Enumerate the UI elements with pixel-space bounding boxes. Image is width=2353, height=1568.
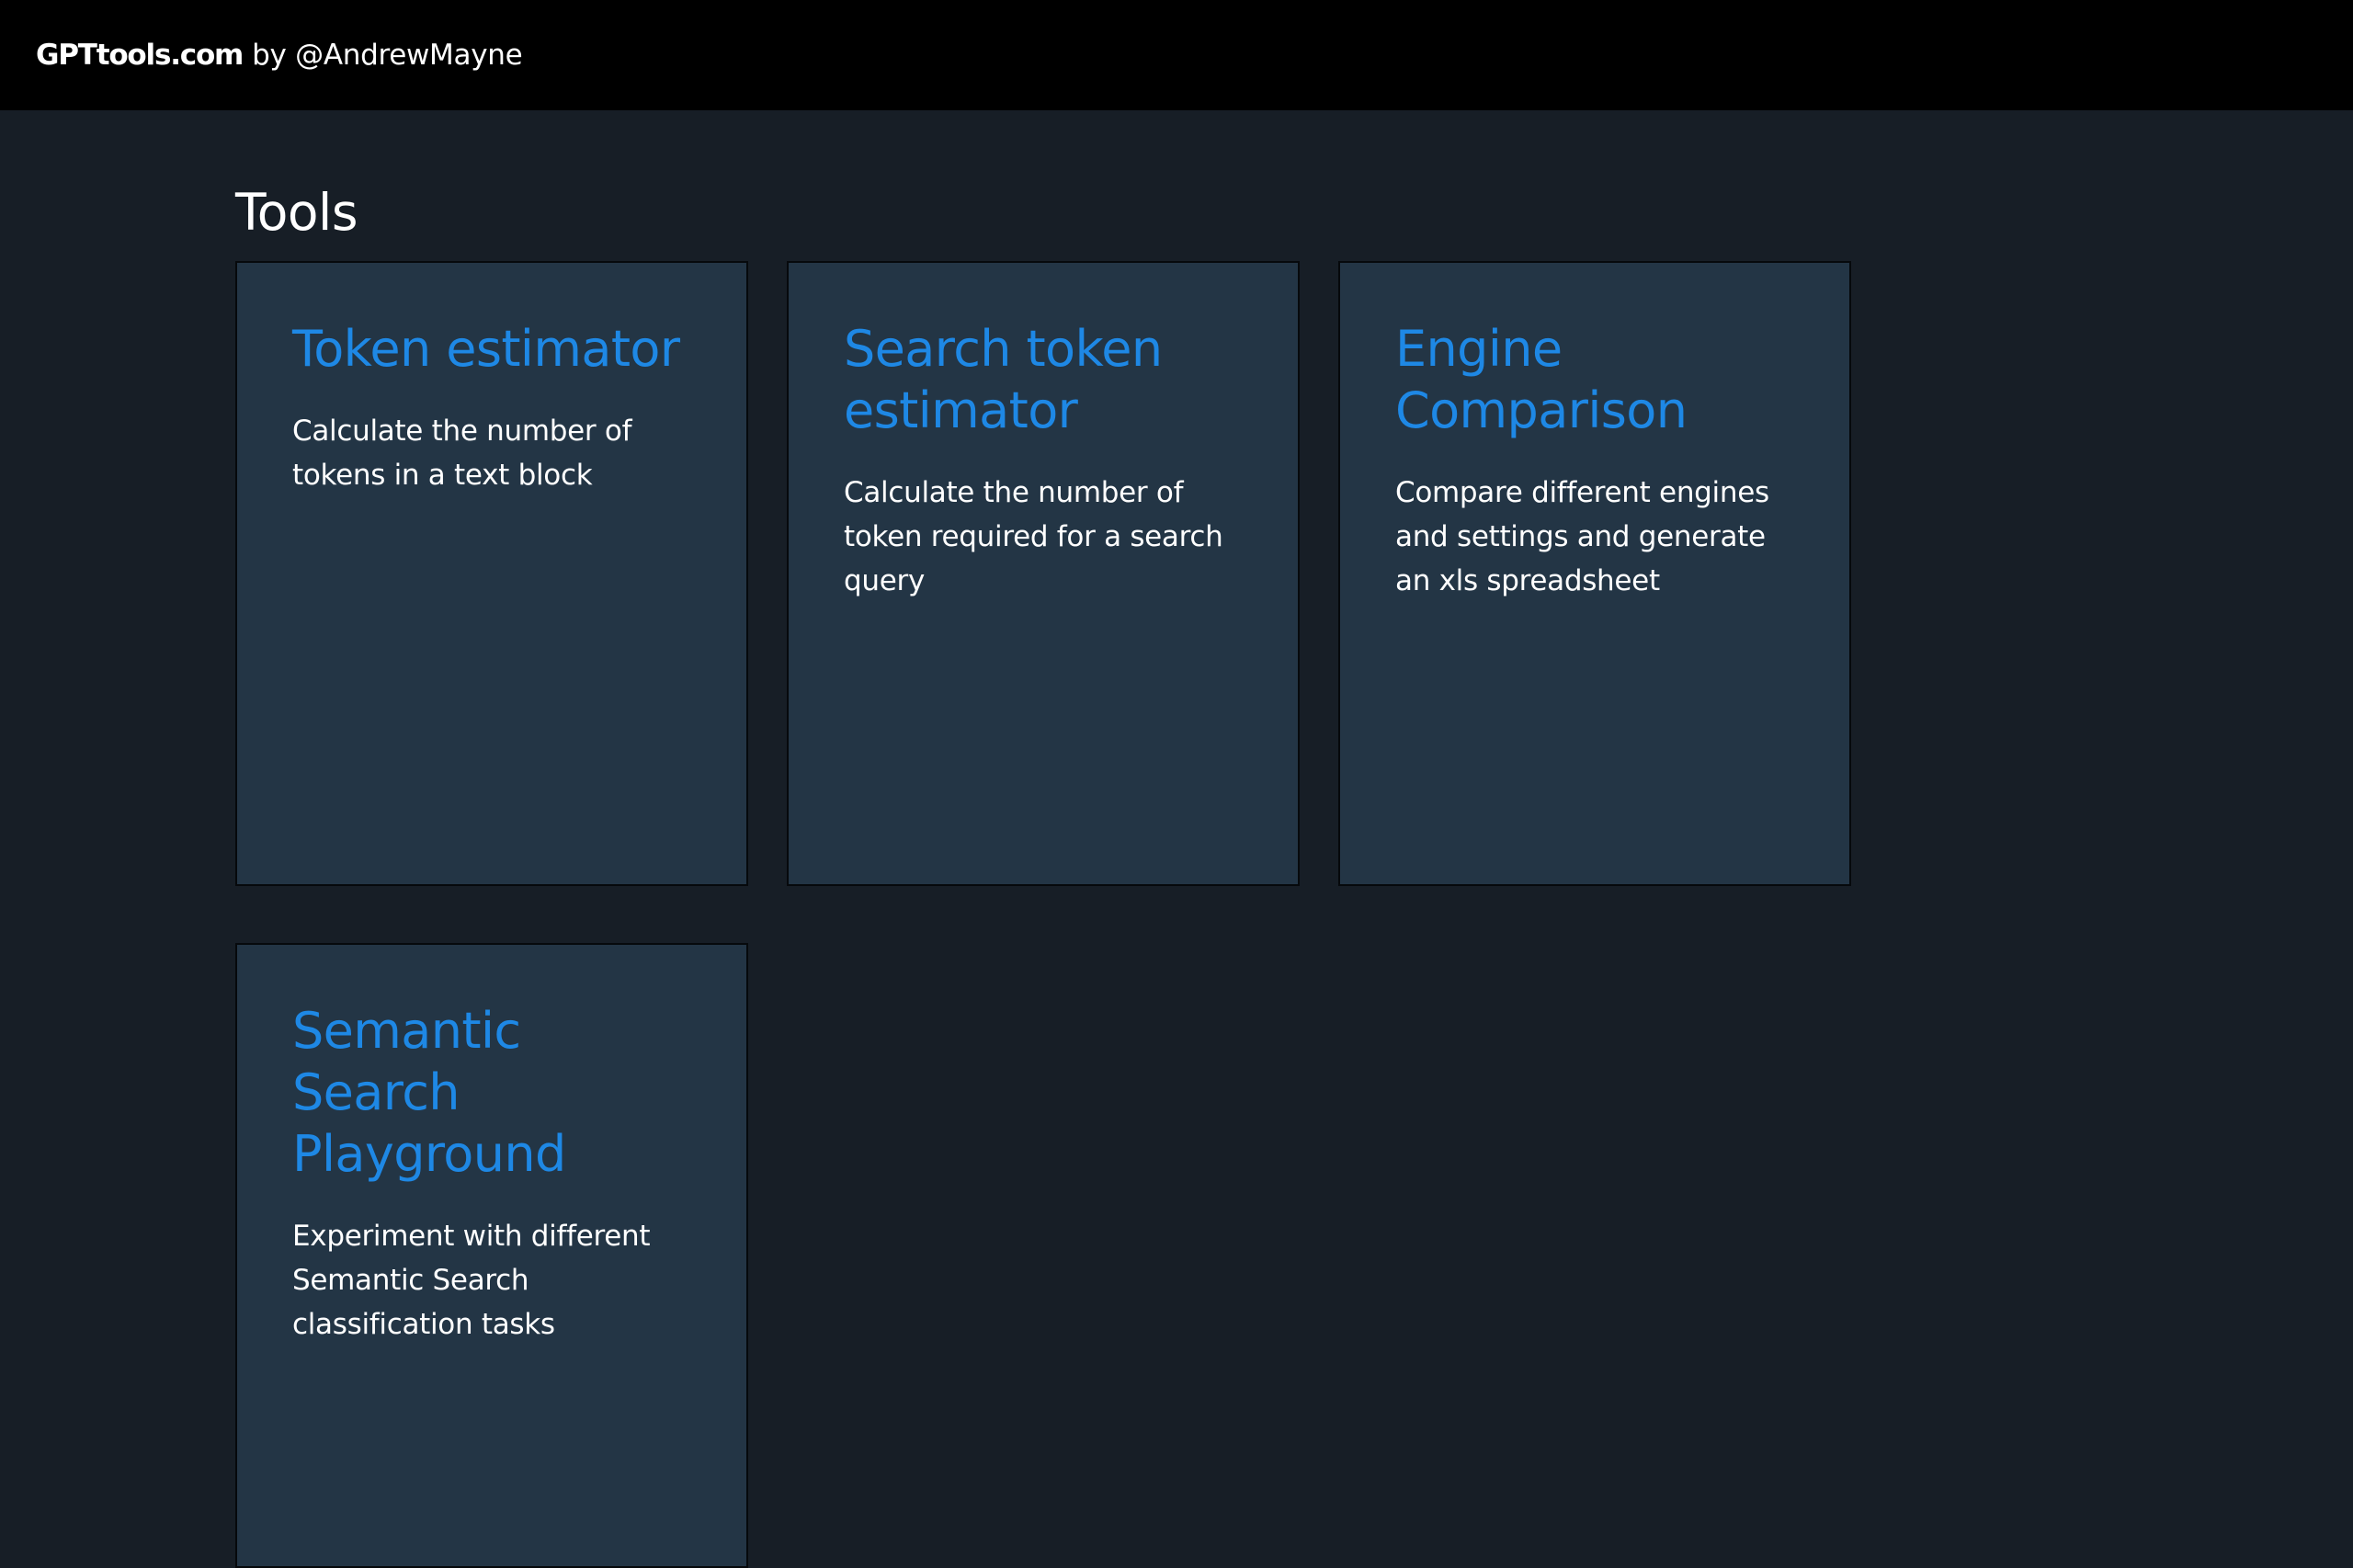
site-brand: GPTtools.com by @AndrewMayne <box>36 39 523 72</box>
tool-card-title: Semantic Search Playground <box>292 1002 566 1183</box>
author-credit: by @AndrewMayne <box>252 39 523 72</box>
tool-card-title: Search token estimator <box>844 320 1163 439</box>
tool-card-description: Experiment with different Semantic Searc… <box>292 1220 651 1341</box>
tool-card-semantic-search-playground[interactable]: Semantic Search Playground Experiment wi… <box>235 943 748 1568</box>
tool-card-title: Engine Comparison <box>1395 320 1688 439</box>
tool-card-engine-comparison[interactable]: Engine Comparison Compare different engi… <box>1338 261 1851 886</box>
tool-card-search-token-estimator[interactable]: Search token estimator Calculate the num… <box>787 261 1300 886</box>
tool-card-description: Compare different engines and settings a… <box>1395 476 1769 597</box>
tool-card-token-estimator[interactable]: Token estimator Calculate the number of … <box>235 261 748 886</box>
tool-card-description: Calculate the number of tokens in a text… <box>292 415 632 492</box>
page-title: Tools <box>235 183 358 242</box>
top-navbar: GPTtools.com by @AndrewMayne <box>0 0 2353 110</box>
tools-grid: Token estimator Calculate the number of … <box>235 261 1853 1568</box>
tool-card-description: Calculate the number of token required f… <box>844 476 1223 597</box>
site-home-link[interactable]: GPTtools.com <box>36 39 244 72</box>
tool-card-title: Token estimator <box>292 320 680 378</box>
